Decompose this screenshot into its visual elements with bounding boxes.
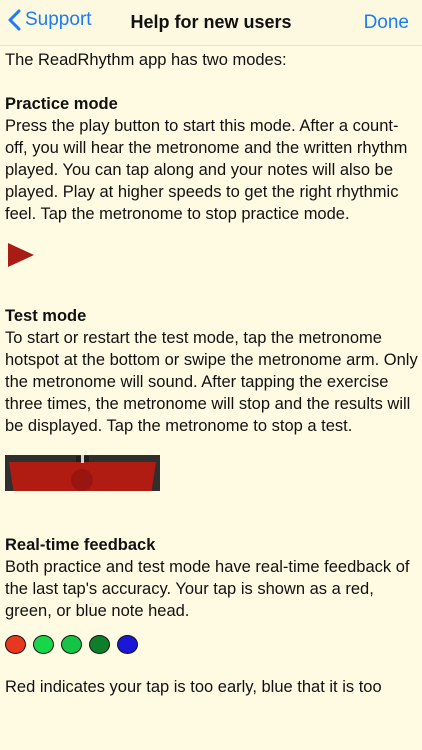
test-mode-text: To start or restart the test mode, tap t… bbox=[5, 329, 418, 435]
back-button-label: Support bbox=[25, 9, 92, 30]
green-note-head bbox=[61, 635, 82, 654]
intro-text: The ReadRhythm app has two modes: bbox=[5, 51, 287, 69]
metronome-illustration bbox=[5, 437, 419, 534]
green-note-head bbox=[33, 635, 54, 654]
play-button-illustration bbox=[5, 225, 419, 283]
feedback-text: Both practice and test mode have real-ti… bbox=[5, 558, 410, 620]
metronome-hotspot bbox=[71, 469, 93, 491]
red-note-head bbox=[5, 635, 26, 654]
blue-note-head bbox=[117, 635, 138, 654]
note-head-examples bbox=[5, 622, 419, 676]
dark-green-note-head bbox=[89, 635, 110, 654]
test-mode-heading: Test mode bbox=[5, 307, 87, 325]
metronome-image bbox=[5, 455, 160, 491]
chevron-left-icon bbox=[8, 9, 21, 31]
metronome-arm bbox=[81, 455, 84, 463]
feedback-heading: Real-time feedback bbox=[5, 536, 156, 554]
navigation-bar: Support Help for new users Done bbox=[0, 0, 422, 46]
play-icon bbox=[8, 243, 34, 267]
practice-mode-text: Press the play button to start this mode… bbox=[5, 117, 408, 223]
done-button[interactable]: Done bbox=[364, 12, 409, 34]
help-content: The ReadRhythm app has two modes: Practi… bbox=[5, 49, 419, 698]
back-button[interactable]: Support bbox=[8, 9, 92, 31]
practice-mode-heading: Practice mode bbox=[5, 95, 118, 113]
feedback-footer-text: Red indicates your tap is too early, blu… bbox=[5, 678, 382, 696]
